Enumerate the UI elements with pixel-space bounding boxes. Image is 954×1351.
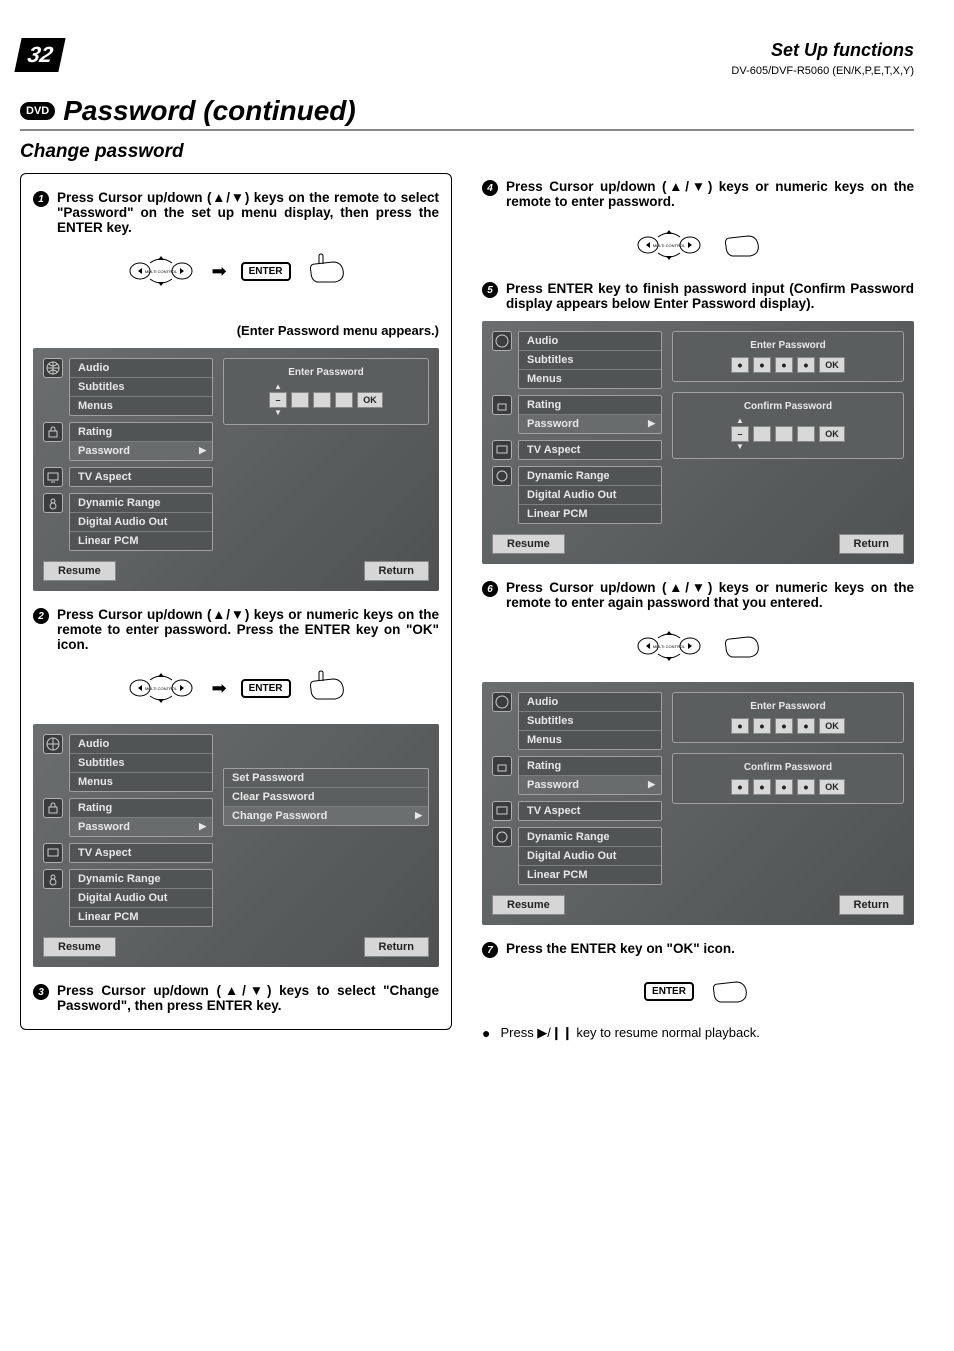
remote-illustration: MULTI CONTROL xyxy=(482,624,914,668)
enter-button-icon: ENTER xyxy=(241,679,291,698)
tv-icon xyxy=(492,440,512,460)
speaker-icon xyxy=(492,827,512,847)
menu-item-selected: Password xyxy=(70,442,212,460)
step-2: 2 Press Cursor up/down (▲/▼) keys or num… xyxy=(33,607,439,652)
return-button: Return xyxy=(364,561,429,581)
hand-icon xyxy=(305,252,349,291)
menu-item: Digital Audio Out xyxy=(70,513,212,532)
step-number-icon: 3 xyxy=(33,984,49,1000)
tv-icon xyxy=(492,801,512,821)
step-1: 1 Press Cursor up/down (▲/▼) keys on the… xyxy=(33,190,439,235)
return-button: Return xyxy=(839,895,904,915)
menu-item: Rating xyxy=(70,423,212,442)
arrow-icon: ➡ xyxy=(212,261,227,282)
osd-screenshot-4: AudioSubtitlesMenus RatingPassword TV As… xyxy=(482,682,914,925)
step-number-icon: 4 xyxy=(482,180,498,196)
enter-button-icon: ENTER xyxy=(644,982,694,1001)
enter-password-panel: Enter Password ▲–▼ OK xyxy=(223,358,429,425)
tv-icon xyxy=(43,467,63,487)
page-number: 32 xyxy=(14,38,66,72)
menu-item: Subtitles xyxy=(70,378,212,397)
model-code: DV-605/DVF-R5060 (EN/K,P,E,T,X,Y) xyxy=(20,65,914,77)
return-button: Return xyxy=(364,937,429,957)
hand-icon xyxy=(720,627,764,666)
dpad-icon: MULTI CONTROL xyxy=(124,249,198,293)
enter-button-icon: ENTER xyxy=(241,262,291,281)
globe-icon xyxy=(492,692,512,712)
step-5: 5 Press ENTER key to finish password inp… xyxy=(482,281,914,311)
remote-illustration: MULTI CONTROL xyxy=(482,223,914,267)
step-number-icon: 5 xyxy=(482,282,498,298)
globe-icon xyxy=(492,331,512,351)
caption-text: (Enter Password menu appears.) xyxy=(33,323,439,338)
menu-item: TV Aspect xyxy=(70,468,212,486)
step-number-icon: 6 xyxy=(482,581,498,597)
step-3: 3 Press Cursor up/down (▲/▼) keys to sel… xyxy=(33,983,439,1013)
step-7: 7 Press the ENTER key on "OK" icon. xyxy=(482,941,914,958)
hand-icon xyxy=(708,972,752,1011)
hand-icon xyxy=(305,669,349,708)
osd-screenshot-2: Audio Subtitles Menus Rating Password xyxy=(33,724,439,967)
svg-text:MULTI CONTROL: MULTI CONTROL xyxy=(653,243,686,248)
resume-button: Resume xyxy=(43,561,116,581)
step-6: 6 Press Cursor up/down (▲/▼) keys or num… xyxy=(482,580,914,610)
globe-icon xyxy=(43,734,63,754)
dpad-icon: MULTI CONTROL xyxy=(124,666,198,710)
arrow-icon: ➡ xyxy=(212,678,227,699)
hand-icon xyxy=(720,226,764,265)
dvd-badge: DVD xyxy=(20,102,55,120)
svg-text:MULTI CONTROL: MULTI CONTROL xyxy=(653,644,686,649)
speaker-icon xyxy=(43,493,63,513)
step-number-icon: 7 xyxy=(482,942,498,958)
tv-icon xyxy=(43,843,63,863)
resume-button: Resume xyxy=(492,534,565,554)
enter-password-panel: Enter Password OK xyxy=(672,692,904,743)
dpad-icon: MULTI CONTROL xyxy=(632,223,706,267)
osd-screenshot-3: AudioSubtitlesMenus RatingPassword TV As… xyxy=(482,321,914,564)
menu-item: Linear PCM xyxy=(70,532,212,550)
menu-item: Menus xyxy=(70,397,212,415)
speaker-icon xyxy=(43,869,63,889)
lock-icon xyxy=(43,798,63,818)
lock-icon xyxy=(492,756,512,776)
step-number-icon: 1 xyxy=(33,191,49,207)
menu-item: Audio xyxy=(70,359,212,378)
bullet-icon: ● xyxy=(482,1025,490,1041)
step-number-icon: 2 xyxy=(33,608,49,624)
section-heading: Set Up functions xyxy=(20,40,914,61)
lock-icon xyxy=(43,422,63,442)
remote-illustration: MULTI CONTROL ➡ ENTER xyxy=(33,249,439,293)
enter-password-panel: Enter Password OK xyxy=(672,331,904,382)
osd-screenshot-1: Audio Subtitles Menus Rating Password xyxy=(33,348,439,591)
password-submenu: Set Password Clear Password Change Passw… xyxy=(223,768,429,826)
remote-illustration: MULTI CONTROL ➡ ENTER xyxy=(33,666,439,710)
confirm-password-panel: Confirm Password OK xyxy=(672,753,904,804)
resume-button: Resume xyxy=(492,895,565,915)
globe-icon xyxy=(43,358,63,378)
svg-text:MULTI CONTROL: MULTI CONTROL xyxy=(144,686,177,691)
footnote: ● Press ▶/❙❙ key to resume normal playba… xyxy=(482,1025,914,1041)
lock-icon xyxy=(492,395,512,415)
confirm-password-panel: Confirm Password ▲–▼ OK xyxy=(672,392,904,459)
page-title: Password (continued) xyxy=(63,95,355,127)
page-subtitle: Change password xyxy=(20,141,914,163)
return-button: Return xyxy=(839,534,904,554)
speaker-icon xyxy=(492,466,512,486)
dpad-icon: MULTI CONTROL xyxy=(632,624,706,668)
remote-illustration: ENTER xyxy=(482,972,914,1011)
svg-text:MULTI CONTROL: MULTI CONTROL xyxy=(144,269,177,274)
menu-item: Dynamic Range xyxy=(70,494,212,513)
step-4: 4 Press Cursor up/down (▲/▼) keys or num… xyxy=(482,179,914,209)
resume-button: Resume xyxy=(43,937,116,957)
